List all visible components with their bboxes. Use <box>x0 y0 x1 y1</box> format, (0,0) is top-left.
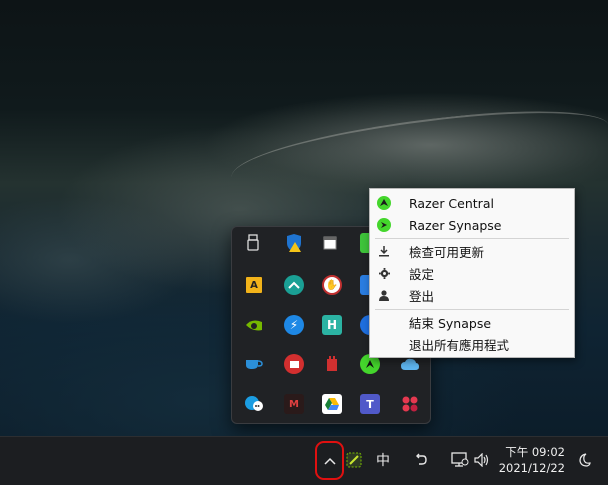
wallpaper-road <box>227 100 608 202</box>
cup-icon[interactable] <box>244 354 264 374</box>
clock-date: 2021/12/22 <box>498 461 565 475</box>
shield-warning-icon[interactable] <box>284 233 304 253</box>
edge-chat-icon[interactable] <box>244 394 264 414</box>
razer-synapse-icon <box>377 218 391 232</box>
m-app-icon[interactable]: M <box>284 394 304 414</box>
person-icon <box>377 288 391 302</box>
razer-logo-icon <box>377 196 391 210</box>
menu-label: 登出 <box>409 288 435 304</box>
menu-label: Razer Synapse <box>409 217 502 233</box>
menu-item-quit-all-apps[interactable]: 退出所有應用程式 <box>370 333 574 355</box>
teal-arrow-icon[interactable] <box>284 275 304 295</box>
razer-context-menu: Razer Central Razer Synapse 檢查可用更新 設定 登出… <box>369 188 575 358</box>
ime-indicator[interactable]: 中 <box>372 449 394 471</box>
hand-icon[interactable]: ✋ <box>322 275 342 295</box>
menu-label: 結束 Synapse <box>409 315 492 331</box>
red-dots-cluster-icon[interactable] <box>400 394 420 414</box>
download-icon <box>377 244 391 258</box>
menu-label: 檢查可用更新 <box>409 244 485 260</box>
usb-drive-icon[interactable] <box>243 233 263 253</box>
h-app-icon[interactable]: H <box>322 315 342 335</box>
menu-label: 退出所有應用程式 <box>409 337 510 353</box>
menu-item-sign-out[interactable]: 登出 <box>370 284 574 306</box>
network-icon[interactable] <box>449 449 471 471</box>
focus-assist-moon-icon[interactable] <box>573 449 595 471</box>
clock-time: 下午 09:02 <box>505 445 565 459</box>
menu-item-check-updates[interactable]: 檢查可用更新 <box>370 240 574 262</box>
menu-item-settings[interactable]: 設定 <box>370 262 574 284</box>
menu-item-exit-synapse[interactable]: 結束 Synapse <box>370 311 574 333</box>
pinned-tray-app-icon[interactable] <box>345 451 363 469</box>
window-app-icon[interactable] <box>320 233 340 253</box>
red-dots-icon[interactable] <box>322 354 342 374</box>
lightning-icon[interactable]: ⚡ <box>284 315 304 335</box>
menu-item-razer-central[interactable]: Razer Central <box>370 192 574 214</box>
menu-label: 設定 <box>409 266 435 282</box>
red-box-icon[interactable] <box>284 354 304 374</box>
menu-separator <box>375 309 569 310</box>
menu-item-razer-synapse[interactable]: Razer Synapse <box>370 214 574 236</box>
clock-button[interactable]: 下午 09:02 2021/12/22 <box>498 441 572 479</box>
undo-arrow-icon[interactable] <box>411 450 431 470</box>
yellow-app-icon[interactable]: A <box>244 275 264 295</box>
menu-separator <box>375 238 569 239</box>
volume-icon[interactable] <box>472 449 492 471</box>
google-drive-icon[interactable] <box>322 394 342 414</box>
highlight-annotation <box>315 441 344 480</box>
menu-label: Razer Central <box>409 195 494 211</box>
teams-icon[interactable]: T <box>360 394 380 414</box>
nvidia-icon[interactable] <box>244 315 264 335</box>
gear-icon <box>377 266 391 280</box>
